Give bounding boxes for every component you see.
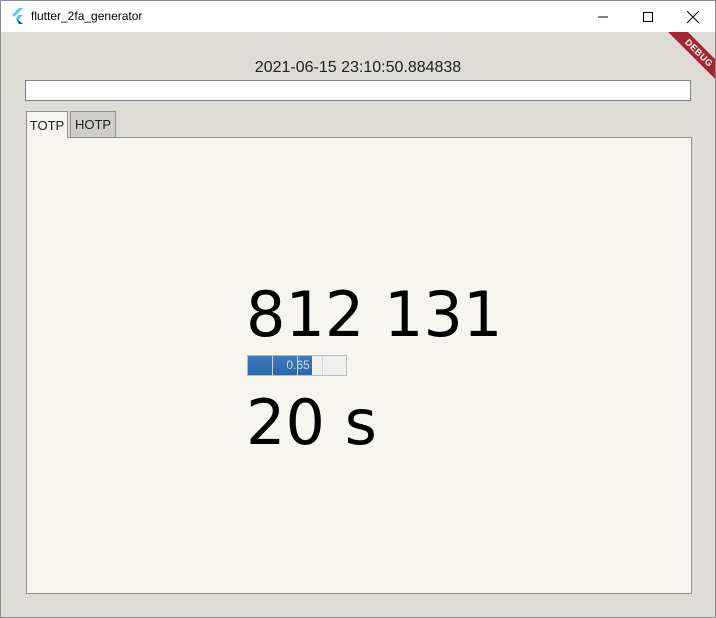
time-progress-bar: 0.65 [247, 355, 347, 376]
current-timestamp: 2021-06-15 23:10:50.884838 [254, 59, 462, 76]
remaining-seconds: 20 s [246, 386, 377, 459]
client-area: 2021-06-15 23:10:50.884838 TOTP HOTP 812… [1, 32, 715, 617]
close-button[interactable] [670, 1, 715, 32]
maximize-button[interactable] [625, 1, 670, 32]
tab-hotp[interactable]: HOTP [70, 111, 116, 137]
minimize-icon [597, 16, 608, 17]
window-title: flutter_2fa_generator [31, 9, 143, 23]
tab-totp[interactable]: TOTP [26, 111, 68, 138]
minimize-button[interactable] [580, 1, 625, 32]
flutter-logo-icon [12, 8, 23, 24]
progress-label: 0.65 [286, 358, 310, 372]
totp-panel: 812 131 0.65 20 s [26, 137, 692, 594]
app-window: flutter_2fa_generator 2021-06-15 23:10:5… [0, 0, 716, 618]
otp-code: 812 131 [246, 278, 503, 351]
title-bar[interactable]: flutter_2fa_generator [1, 1, 715, 32]
close-icon [686, 10, 699, 23]
maximize-icon [642, 11, 653, 22]
secret-input[interactable] [25, 80, 691, 101]
